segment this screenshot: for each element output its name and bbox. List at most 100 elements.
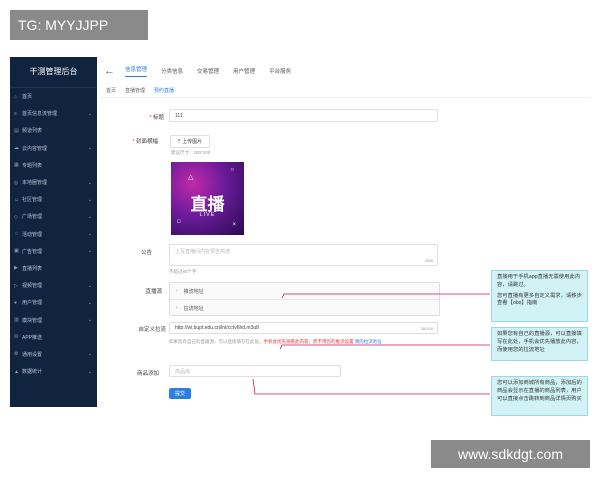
sidebar-title: 干测管理后台 [10, 57, 97, 88]
notice-label: 公告 [140, 250, 152, 256]
note-stream: 直接用于手机app直播无需使用此内容，请跳过。 您可直播有更多自定义需求，请移步… [491, 270, 588, 322]
sidebar-item[interactable]: ☆ 活动管理 ⌄ [10, 226, 97, 243]
sidebar-item[interactable]: ▲ 数据统计 ⌄ [10, 363, 97, 380]
chevron-down-icon: ⌄ [87, 110, 92, 117]
chevron-down-icon: ⌄ [87, 231, 92, 238]
cover-image-preview: △ ○ □ × 直播 LIVE [171, 162, 244, 235]
cover-size-hint: 建议尺寸：200*200 [171, 150, 211, 155]
sidebar-item[interactable]: ▶ 直播列表 [10, 260, 97, 277]
sidebar-item[interactable]: ≡ 首页信息流管理 ⌄ [10, 105, 97, 122]
sidebar-item-label: 通用设置 [22, 351, 43, 358]
circle-decoration-icon: ○ [230, 167, 234, 173]
stream-row-pull[interactable]: › 拉流地址 [170, 299, 439, 316]
local-icon: ◎ [14, 179, 19, 186]
chevron-down-icon: ⌄ [87, 351, 92, 358]
sidebar-item-label: 广场管理 [22, 214, 43, 221]
note-goods: 您可以添加商城所有商品，添加后的商品会显示在直播的商品列表，用户可以直接点击跳转… [491, 376, 588, 416]
sidebar-item-label: APP推送 [22, 334, 43, 341]
sidebar-item-label: 直播列表 [22, 265, 43, 272]
sidebar-item[interactable]: ◎ 本地圈管理 ⌄ [10, 174, 97, 191]
tab-info-management[interactable]: 信息管理 [125, 65, 148, 77]
sidebar-item[interactable]: ● 用户管理 ⌄ [10, 294, 97, 311]
sidebar-item[interactable]: ▦ 专题列表 [10, 157, 97, 174]
stream-row-push[interactable]: › 推流地址 [170, 283, 439, 299]
activity-icon: ☆ [14, 231, 19, 238]
community-icon: ☺ [14, 196, 20, 203]
ads-icon: ▣ [14, 248, 19, 255]
custom-pull-link[interactable]: 我的拉流地址 [355, 339, 382, 344]
note-custom-pull: 如果您有自己的直播源，可以直接填写在此处，手机会优先播放此内容，而使用您的拉流地… [491, 327, 588, 361]
sidebar-item-label: 视频管理 [22, 283, 43, 290]
sidebar: 干测管理后台 ⌂ 首页 ≡ 首页信息流管理 ⌄ ▤ 频道列表 ☁ 云内容管理 ⌄ ▦ 专题列表 ◎ 本地圈… [10, 57, 97, 407]
chevron-down-icon: ⌄ [87, 368, 92, 375]
notice-textarea[interactable]: 上写直播间内容预告简述 0/80 [169, 244, 438, 266]
chevron-down-icon: ⌄ [87, 179, 92, 186]
settings-icon: ⚙ [14, 351, 19, 358]
topic-icon: ▦ [14, 162, 19, 169]
sidebar-item[interactable]: ⚙ 通用设置 ⌄ [10, 346, 97, 363]
user-icon: ● [14, 299, 18, 306]
sidebar-item[interactable]: ☺ 社区管理 ⌄ [10, 191, 97, 208]
tab-user-management[interactable]: 用户管理 [233, 67, 255, 75]
sidebar-item[interactable]: ⌂ 首页 [10, 88, 97, 105]
sidebar-item-label: 社区管理 [22, 197, 43, 204]
sidebar-item[interactable]: ▤ 频道列表 [10, 122, 97, 139]
notice-counter: 0/80 [425, 258, 433, 263]
submit-button[interactable]: 提交 [169, 388, 191, 399]
sidebar-item-label: 本地圈管理 [22, 180, 48, 187]
square-decoration-icon: □ [177, 219, 181, 225]
breadcrumb-live-management[interactable]: 直播管理 [125, 87, 145, 94]
goods-select[interactable]: 商品库 [169, 365, 341, 377]
chevron-right-icon: › [176, 305, 178, 311]
sidebar-item-label: 首页信息流管理 [22, 111, 58, 118]
sidebar-item[interactable]: ☁ 云内容管理 ⌄ [10, 140, 97, 157]
top-navigation: ← 信息管理 分类信息 交易管理 用户管理 平台服务 [104, 65, 305, 77]
sidebar-item-label: 模块管理 [22, 317, 43, 324]
overlay-tag: TG: MYYJJPP [10, 10, 148, 40]
app-icon: ✉ [14, 334, 19, 341]
custom-pull-input[interactable]: http://wi.bupt.edu.cn/lnt/cctv6hd.m3u8 3… [169, 322, 438, 334]
live-icon: ▶ [14, 265, 18, 272]
tab-trade-management[interactable]: 交易管理 [197, 67, 219, 75]
tab-platform-service[interactable]: 平台服务 [269, 67, 291, 75]
title-label: * 标题 [149, 115, 164, 121]
sidebar-item-label: 专题列表 [22, 162, 43, 169]
sidebar-item-label: 数据统计 [22, 369, 43, 376]
sidebar-item[interactable]: ✉ APP推送 [10, 329, 97, 346]
sidebar-item[interactable]: ▥ 模块管理 ⌄ [10, 311, 97, 328]
sidebar-item-label: 首页 [22, 94, 33, 101]
chevron-down-icon: ⌄ [87, 317, 92, 324]
notice-hint: 不超过80个字 [169, 269, 197, 274]
sidebar-item-label: 用户管理 [22, 300, 43, 307]
sidebar-item[interactable]: ◇ 广场管理 ⌄ [10, 208, 97, 225]
triangle-decoration-icon: △ [188, 174, 194, 181]
title-input[interactable]: 111 [169, 109, 438, 122]
sidebar-item-label: 广告管理 [22, 248, 43, 255]
stream-label: 直播源 [145, 289, 162, 295]
sidebar-item-label: 频道列表 [22, 128, 43, 135]
stats-icon: ▲ [14, 368, 19, 375]
home-icon: ⌂ [14, 93, 18, 100]
sidebar-menu: ⌂ 首页 ≡ 首页信息流管理 ⌄ ▤ 频道列表 ☁ 云内容管理 ⌄ ▦ 专题列表 ◎ 本地圈管理 ⌄ ☺ 社区管… [10, 88, 97, 380]
sidebar-item[interactable]: ▷ 视频管理 ⌄ [10, 277, 97, 294]
stream-source-list: › 推流地址 › 拉流地址 [169, 282, 440, 316]
sidebar-item-label: 活动管理 [22, 231, 43, 238]
video-icon: ▷ [14, 282, 18, 289]
list-icon: ≡ [14, 110, 17, 117]
module-icon: ▥ [14, 317, 19, 324]
cover-label: * 封面横幅 [132, 139, 158, 145]
chevron-down-icon: ⌄ [87, 196, 92, 203]
ad-icon: ◇ [14, 213, 18, 220]
upload-image-button[interactable]: ⤒ 上传图片 [170, 135, 210, 148]
custom-pull-counter: 38/100 [420, 325, 433, 331]
back-arrow-icon[interactable]: ← [104, 65, 115, 77]
breadcrumb: 首页 直播管理 预约直播 [106, 87, 183, 94]
cloud-icon: ☁ [14, 145, 19, 152]
tab-category-info[interactable]: 分类信息 [161, 67, 183, 75]
breadcrumb-home[interactable]: 首页 [106, 87, 116, 94]
sidebar-item[interactable]: ▣ 广告管理 ⌄ [10, 243, 97, 260]
watermark: www.sdkdgt.com [431, 440, 590, 468]
breadcrumb-scheduled-live[interactable]: 预约直播 [154, 87, 174, 94]
cover-small-text: LIVE [199, 212, 216, 218]
upload-icon: ⤒ [177, 138, 181, 145]
